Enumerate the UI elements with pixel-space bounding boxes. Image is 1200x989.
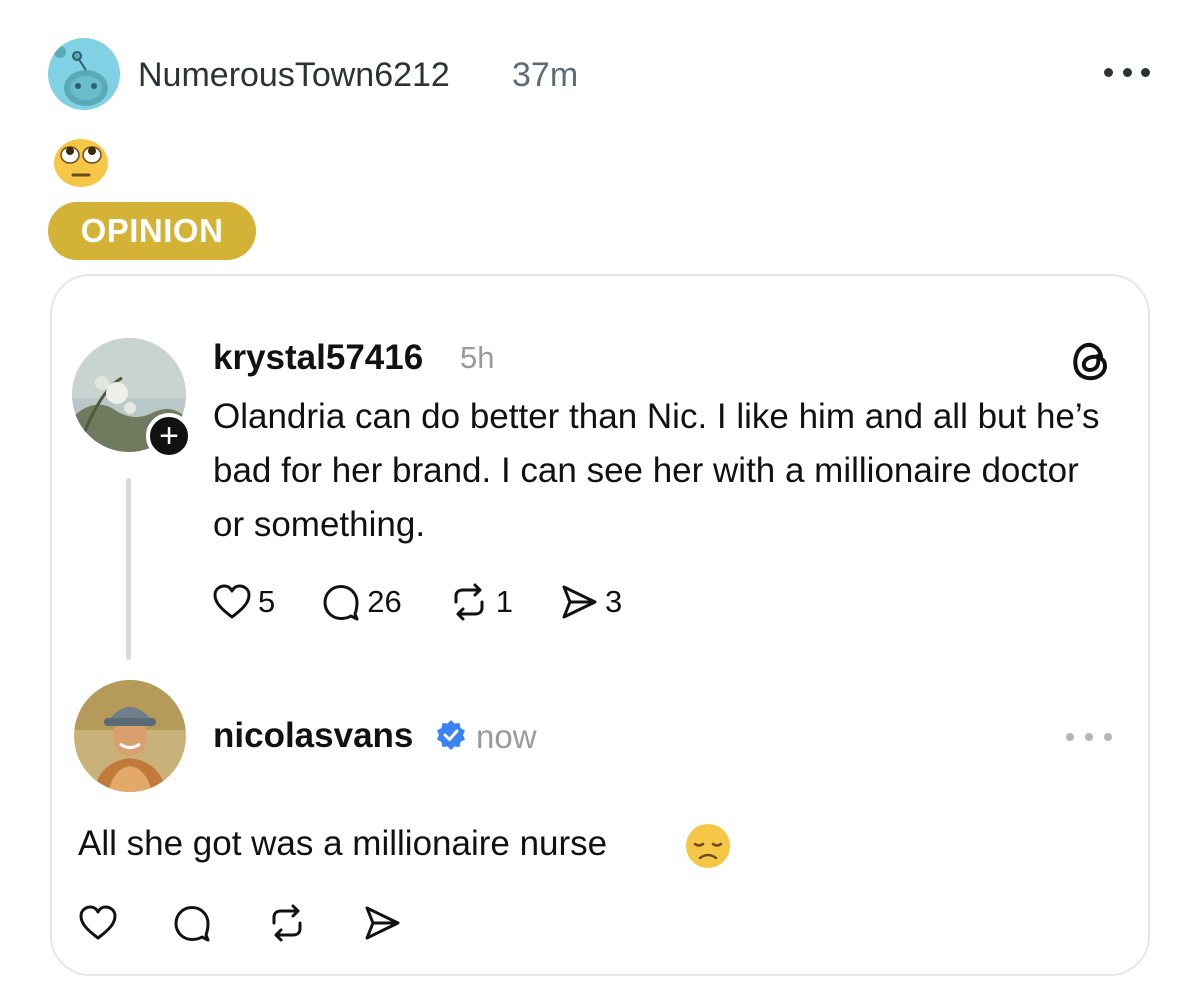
thread-connector-line — [126, 478, 131, 660]
post-username[interactable]: NumerousTown6212 — [138, 56, 450, 95]
original-post-username[interactable]: krystal57416 — [213, 338, 423, 378]
comment-bubble-icon — [323, 585, 359, 621]
reply-comment-bubble-icon[interactable] — [172, 903, 212, 948]
original-post-text: Olandria can do better than Nic. I like … — [213, 397, 1100, 544]
repost-count: 1 — [495, 584, 513, 619]
reply-time: now — [476, 718, 537, 755]
like-stat[interactable]: 5 — [212, 583, 275, 621]
reply-text: All she got was a millionaire nurse — [78, 824, 608, 863]
comment-stat[interactable]: 26 — [321, 582, 402, 622]
user-avatar[interactable] — [48, 38, 120, 110]
share-count: 3 — [604, 584, 623, 619]
comment-count: 26 — [367, 584, 402, 619]
snoo-avatar-icon — [54, 46, 108, 106]
post-time: 37m — [512, 56, 579, 94]
disappointed-emoji-icon — [684, 822, 732, 870]
share-stat[interactable]: 3 — [559, 582, 622, 622]
reply-actions — [78, 903, 456, 947]
verified-badge-icon — [436, 720, 466, 750]
reply-username[interactable]: nicolasvans — [213, 716, 413, 756]
threads-screenshot-card — [50, 274, 1150, 976]
reply-more-dots-icon[interactable] — [1066, 730, 1112, 744]
flair-badge[interactable]: OPINION — [48, 202, 256, 260]
more-dots-icon[interactable] — [1104, 60, 1150, 84]
original-post-time: 5h — [460, 340, 495, 375]
original-post-actions: 5 26 1 3 — [212, 580, 668, 624]
like-count: 5 — [258, 584, 276, 619]
follow-plus-icon[interactable]: + — [146, 413, 192, 459]
reply-send-icon[interactable] — [362, 903, 402, 948]
repost-stat[interactable]: 1 — [448, 582, 513, 622]
reply-like-heart-icon[interactable] — [78, 904, 118, 947]
reply-repost-icon[interactable] — [266, 903, 308, 948]
eye-roll-emoji-icon — [52, 138, 110, 188]
heart-icon — [213, 584, 251, 619]
send-icon — [562, 585, 597, 619]
threads-logo-icon — [1068, 338, 1112, 382]
repost-icon — [454, 583, 484, 621]
nicolasvans-avatar[interactable] — [74, 680, 186, 792]
